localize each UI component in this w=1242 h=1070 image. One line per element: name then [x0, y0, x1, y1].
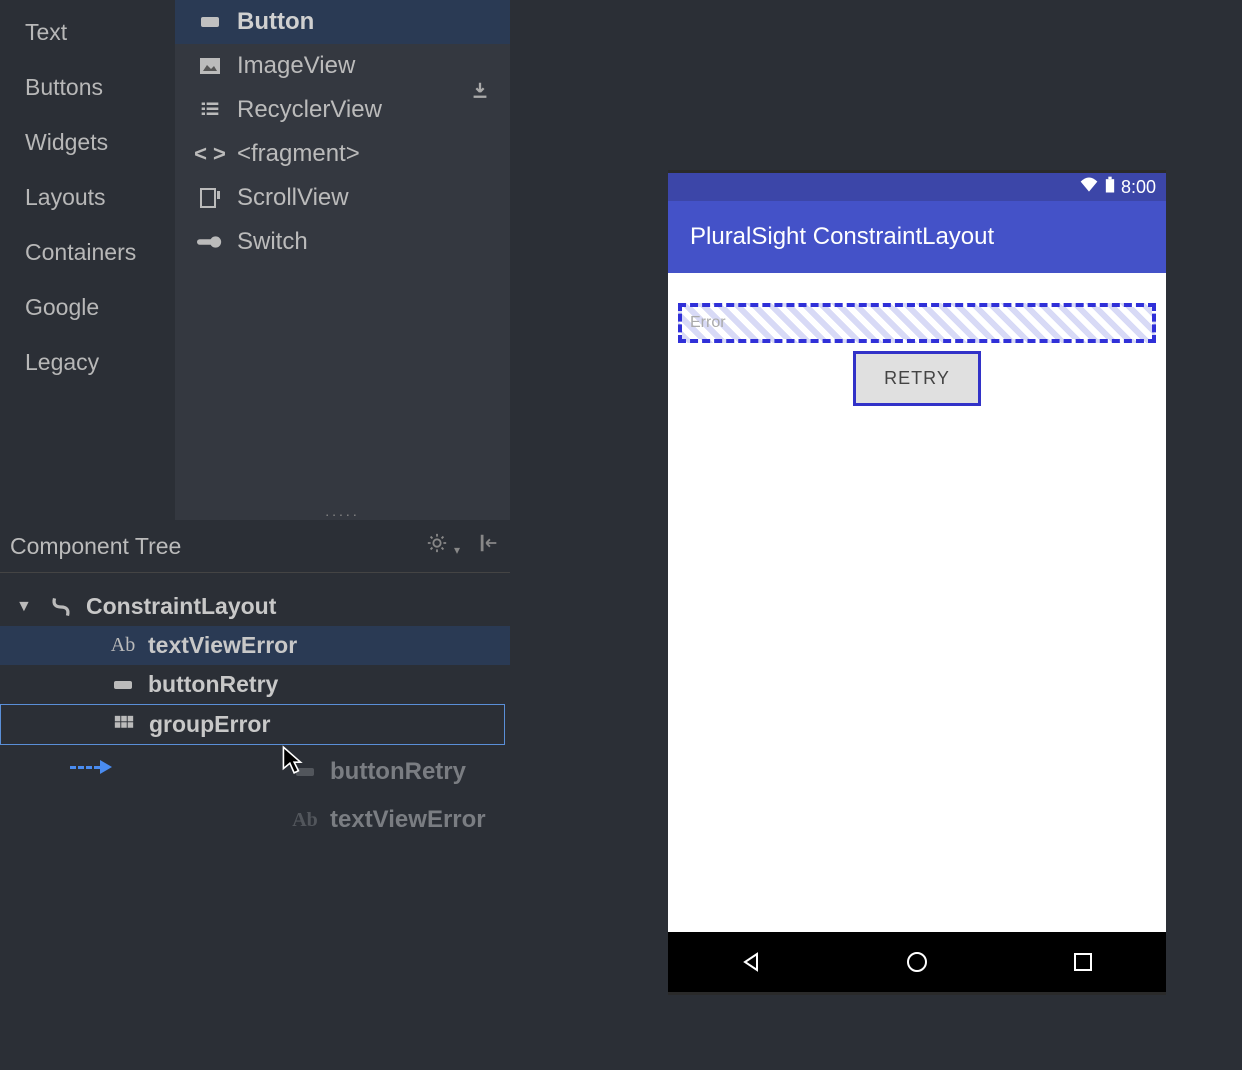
category-layouts[interactable]: Layouts	[25, 170, 150, 225]
layout-content[interactable]: Error RETRY	[668, 273, 1166, 932]
textview-icon: Ab	[108, 634, 138, 657]
constraint-layout-icon	[46, 594, 76, 620]
palette-label: ScrollView	[237, 184, 349, 212]
tree-expand-arrow[interactable]: ▼	[16, 598, 36, 616]
button-icon	[197, 9, 223, 35]
app-title: PluralSight ConstraintLayout	[690, 223, 994, 251]
gear-icon[interactable]: ▾	[426, 532, 460, 560]
mouse-cursor	[281, 745, 303, 775]
status-bar: 8:00	[668, 173, 1166, 201]
tree-node-buttonretry[interactable]: buttonRetry	[0, 665, 510, 704]
tree-label: buttonRetry	[148, 671, 278, 698]
list-icon	[197, 97, 223, 123]
tree-label: groupError	[149, 711, 270, 738]
status-time: 8:00	[1121, 177, 1156, 198]
group-icon	[109, 714, 139, 736]
retry-wrap: RETRY	[678, 351, 1156, 406]
category-buttons[interactable]: Buttons	[25, 60, 150, 115]
palette-item-switch[interactable]: Switch	[175, 220, 510, 264]
component-tree-panel: Component Tree ▾ ▼ ConstraintLayout Ab t…	[0, 520, 510, 745]
tree-label: textViewError	[148, 632, 297, 659]
download-icon[interactable]	[469, 80, 495, 106]
device-preview: 8:00 PluralSight ConstraintLayout Error …	[668, 170, 1166, 995]
code-icon: < >	[197, 141, 223, 167]
palette-label: Button	[237, 8, 314, 36]
retry-button[interactable]: RETRY	[853, 351, 981, 406]
navigation-bar	[668, 932, 1166, 992]
category-text[interactable]: Text	[25, 5, 150, 60]
tree-body: ▼ ConstraintLayout Ab textViewError butt…	[0, 573, 510, 745]
button-icon	[108, 673, 138, 697]
tree-label: ConstraintLayout	[86, 593, 276, 620]
drag-ghost-textviewerror: Ab textViewError	[290, 806, 486, 834]
category-containers[interactable]: Containers	[25, 225, 150, 280]
switch-icon	[197, 229, 223, 255]
tree-header: Component Tree ▾	[0, 520, 510, 573]
tree-node-grouperror[interactable]: groupError	[0, 704, 505, 745]
palette-item-scrollview[interactable]: ScrollView	[175, 176, 510, 220]
textview-icon: Ab	[290, 809, 320, 832]
palette-item-button[interactable]: Button	[175, 0, 510, 44]
nav-back-icon[interactable]	[738, 949, 764, 975]
category-google[interactable]: Google	[25, 280, 150, 335]
palette-label: RecyclerView	[237, 96, 382, 124]
wifi-icon	[1079, 175, 1099, 200]
palette-categories: Text Buttons Widgets Layouts Containers …	[0, 0, 175, 395]
textview-hint: Error	[690, 314, 726, 332]
palette-item-imageview[interactable]: ImageView	[175, 44, 510, 88]
nav-recent-icon[interactable]	[1070, 949, 1096, 975]
tree-title: Component Tree	[10, 533, 181, 560]
panel-splitter[interactable]: .....	[175, 505, 510, 517]
tree-header-actions: ▾	[426, 532, 500, 560]
image-icon	[197, 53, 223, 79]
palette-label: ImageView	[237, 52, 355, 80]
battery-icon	[1105, 176, 1115, 199]
tree-node-constraintlayout[interactable]: ▼ ConstraintLayout	[0, 587, 510, 626]
nav-home-icon[interactable]	[904, 949, 930, 975]
ghost-label: textViewError	[330, 806, 486, 834]
category-legacy[interactable]: Legacy	[25, 335, 150, 390]
ghost-label: buttonRetry	[330, 758, 466, 786]
palette-item-recyclerview[interactable]: RecyclerView	[175, 88, 510, 132]
palette-label: <fragment>	[237, 140, 360, 168]
category-widgets[interactable]: Widgets	[25, 115, 150, 170]
palette-item-fragment[interactable]: < > <fragment>	[175, 132, 510, 176]
tree-node-textviewerror[interactable]: Ab textViewError	[0, 626, 510, 665]
palette-label: Switch	[237, 228, 308, 256]
textview-error-widget[interactable]: Error	[678, 303, 1156, 343]
palette-panel: Button ImageView RecyclerView < > <fragm…	[175, 0, 510, 520]
collapse-icon[interactable]	[478, 532, 500, 560]
drag-insert-indicator	[70, 760, 120, 774]
app-bar: PluralSight ConstraintLayout	[668, 201, 1166, 273]
drag-ghost-buttonretry: buttonRetry	[290, 758, 466, 786]
scroll-icon	[197, 185, 223, 211]
